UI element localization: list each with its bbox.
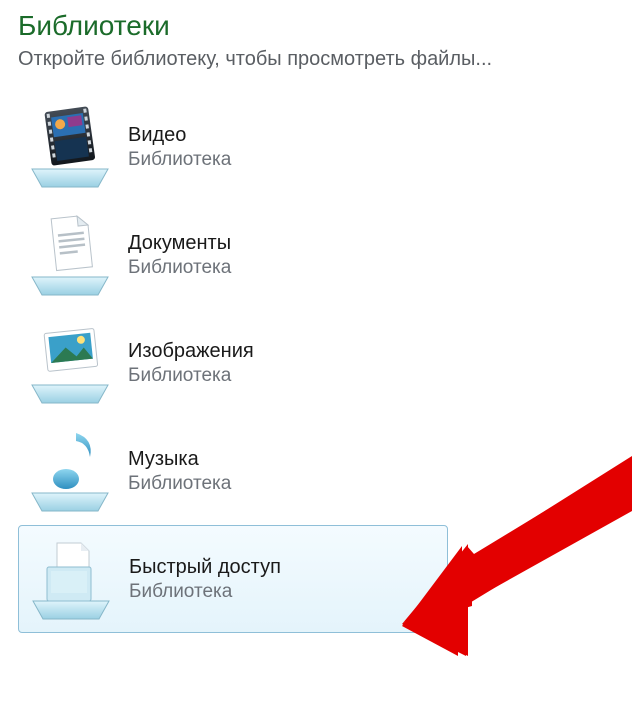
library-item-name: Музыка	[128, 447, 231, 472]
library-item-labels: Музыка Библиотека	[128, 447, 231, 496]
generic-library-icon	[27, 535, 115, 623]
library-item-music[interactable]: Музыка Библиотека	[18, 417, 448, 525]
document-library-icon	[26, 211, 114, 299]
page-title: Библиотеки	[18, 10, 642, 42]
library-item-documents[interactable]: Документы Библиотека	[18, 201, 448, 309]
library-item-type: Библиотека	[128, 472, 231, 496]
library-item-name: Изображения	[128, 339, 254, 364]
libraries-window: Библиотеки Откройте библиотеку, чтобы пр…	[0, 0, 642, 716]
library-item-type: Библиотека	[128, 148, 231, 172]
video-library-icon	[26, 103, 114, 191]
library-item-labels: Документы Библиотека	[128, 231, 231, 280]
library-item-videos[interactable]: Видео Библиотека	[18, 93, 448, 201]
library-item-name: Быстрый доступ	[129, 555, 281, 580]
library-item-type: Библиотека	[128, 256, 231, 280]
library-item-labels: Быстрый доступ Библиотека	[129, 555, 281, 604]
library-item-name: Видео	[128, 123, 231, 148]
page-subtitle: Откройте библиотеку, чтобы просмотреть ф…	[18, 48, 642, 71]
library-list: Видео Библиотека	[18, 93, 642, 633]
library-item-labels: Видео Библиотека	[128, 123, 231, 172]
music-library-icon	[26, 427, 114, 515]
library-item-quick-access[interactable]: Быстрый доступ Библиотека	[18, 525, 448, 633]
library-item-labels: Изображения Библиотека	[128, 339, 254, 388]
library-item-pictures[interactable]: Изображения Библиотека	[18, 309, 448, 417]
library-item-type: Библиотека	[128, 364, 254, 388]
library-item-type: Библиотека	[129, 580, 281, 604]
library-item-name: Документы	[128, 231, 231, 256]
picture-library-icon	[26, 319, 114, 407]
